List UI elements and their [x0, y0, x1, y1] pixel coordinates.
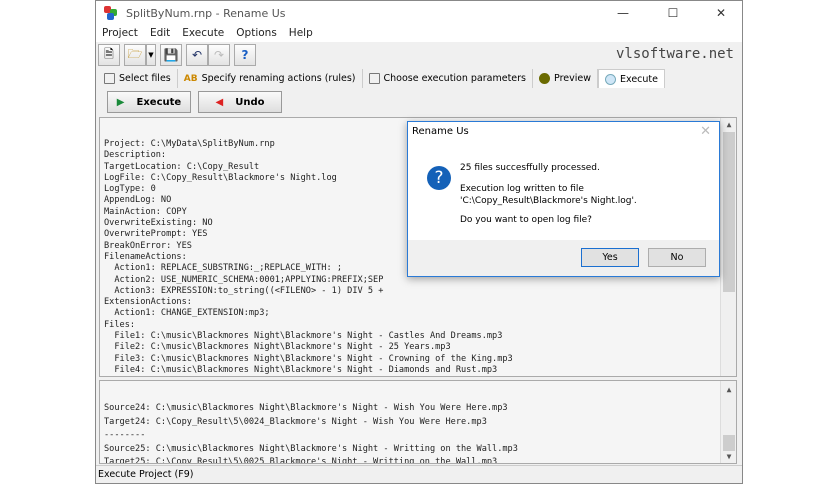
tab-execute[interactable]: Execute	[598, 69, 665, 88]
tab-preview[interactable]: Preview	[533, 69, 598, 88]
log-line: ExtensionActions:	[104, 297, 192, 308]
log-line: File4: C:\music\Blackmores Night\Blackmo…	[104, 364, 498, 375]
app-icon	[104, 6, 118, 20]
maximize-button[interactable]: ☐	[656, 1, 690, 25]
dialog-message-2: Execution log written to file 'C:\Copy_R…	[460, 184, 637, 206]
tab-renaming-actions[interactable]: AB Specify renaming actions (rules)	[178, 69, 363, 88]
play-icon: ▶	[116, 96, 125, 108]
log-line: Target24: C:\Copy_Result\5\0024_Blackmor…	[104, 416, 487, 427]
rewind-icon: ◀	[215, 96, 224, 108]
log-line: Files:	[104, 319, 136, 330]
log-line: Source25: C:\music\Blackmores Night\Blac…	[104, 443, 518, 454]
status-bar: Execute Project (F9)	[96, 465, 742, 483]
ab-icon: AB	[183, 73, 198, 84]
menu-edit[interactable]: Edit	[144, 25, 176, 42]
menu-execute[interactable]: Execute	[176, 25, 230, 42]
dialog-footer: Yes No	[408, 240, 719, 276]
undo-button[interactable]: ◀ Undo	[198, 91, 282, 113]
preview-icon	[539, 73, 551, 84]
undo-icon[interactable]: ↶	[186, 44, 208, 66]
log-line: File3: C:\music\Blackmores Night\Blackmo…	[104, 353, 513, 364]
log-line: Target25: C:\Copy_Result\5\0025_Blackmor…	[104, 457, 498, 464]
tab-label: Preview	[554, 73, 591, 84]
tab-label: Select files	[119, 73, 171, 84]
help-icon[interactable]: ?	[234, 44, 256, 66]
toolbar: 🗎 🗁 ▼ 💾 ↶ ↷ ?	[98, 43, 256, 67]
dialog-message-1: 25 files succesffully processed.	[460, 163, 600, 173]
tab-label: Choose execution parameters	[383, 73, 527, 84]
tab-label: Specify renaming actions (rules)	[201, 73, 356, 84]
close-button[interactable]: ✕	[704, 1, 738, 25]
open-folder-icon[interactable]: 🗁	[124, 44, 146, 66]
question-icon: ?	[427, 166, 451, 190]
log-line: File5: C:\music\Blackmores Night\Blackmo…	[100, 376, 736, 377]
upper-scrollbar[interactable]: ▲	[720, 118, 736, 376]
execute-label: Execute	[136, 96, 182, 108]
window-title: SplitByNum.rnp - Rename Us	[126, 6, 286, 20]
yes-button[interactable]: Yes	[581, 248, 639, 267]
menu-help[interactable]: Help	[283, 25, 319, 42]
new-file-icon[interactable]: 🗎	[98, 44, 120, 66]
dialog-message-3: Do you want to open log file?	[460, 215, 592, 225]
execute-button[interactable]: ▶ Execute	[107, 91, 191, 113]
menu-project[interactable]: Project	[96, 25, 144, 42]
dialog-title: Rename Us	[412, 126, 469, 137]
dialog-close-button[interactable]: ✕	[700, 124, 711, 139]
brand-logo: vlsoftware.net	[615, 46, 734, 62]
files-icon	[104, 73, 115, 84]
lower-scrollbar[interactable]: ▲ ▼	[720, 381, 736, 463]
undo-label: Undo	[235, 96, 265, 108]
log-line: File2: C:\music\Blackmores Night\Blackmo…	[104, 342, 451, 353]
log-line: --------	[104, 430, 146, 441]
log-line: Action1: CHANGE_EXTENSION:mp3;	[104, 308, 270, 319]
save-icon[interactable]: 💾	[160, 44, 182, 66]
chevron-down-icon[interactable]: ▼	[146, 44, 156, 66]
tab-select-files[interactable]: Select files	[98, 69, 178, 88]
menu-bar: Project Edit Execute Options Help	[96, 25, 742, 42]
title-bar: SplitByNum.rnp - Rename Us — ☐ ✕	[96, 1, 742, 25]
minimize-button[interactable]: —	[606, 1, 640, 25]
menu-options[interactable]: Options	[230, 25, 283, 42]
tab-label: Execute	[620, 73, 658, 85]
tab-bar: Select files AB Specify renaming actions …	[98, 69, 665, 88]
play-icon	[605, 73, 616, 85]
tab-execution-parameters[interactable]: Choose execution parameters	[363, 69, 534, 88]
result-log-pane[interactable]: Source24: C:\music\Blackmores Night\Blac…	[99, 380, 737, 464]
no-button[interactable]: No	[648, 248, 706, 267]
log-line: Action3: EXPRESSION:to_string((<FILENO> …	[104, 285, 384, 296]
clipboard-icon	[368, 73, 380, 84]
redo-icon[interactable]: ↷	[208, 44, 230, 66]
log-line: File1: C:\music\Blackmores Night\Blackmo…	[104, 331, 503, 342]
log-line: Source24: C:\music\Blackmores Night\Blac…	[104, 403, 508, 413]
confirm-dialog: Rename Us ✕ ? 25 files succesffully proc…	[407, 121, 720, 277]
